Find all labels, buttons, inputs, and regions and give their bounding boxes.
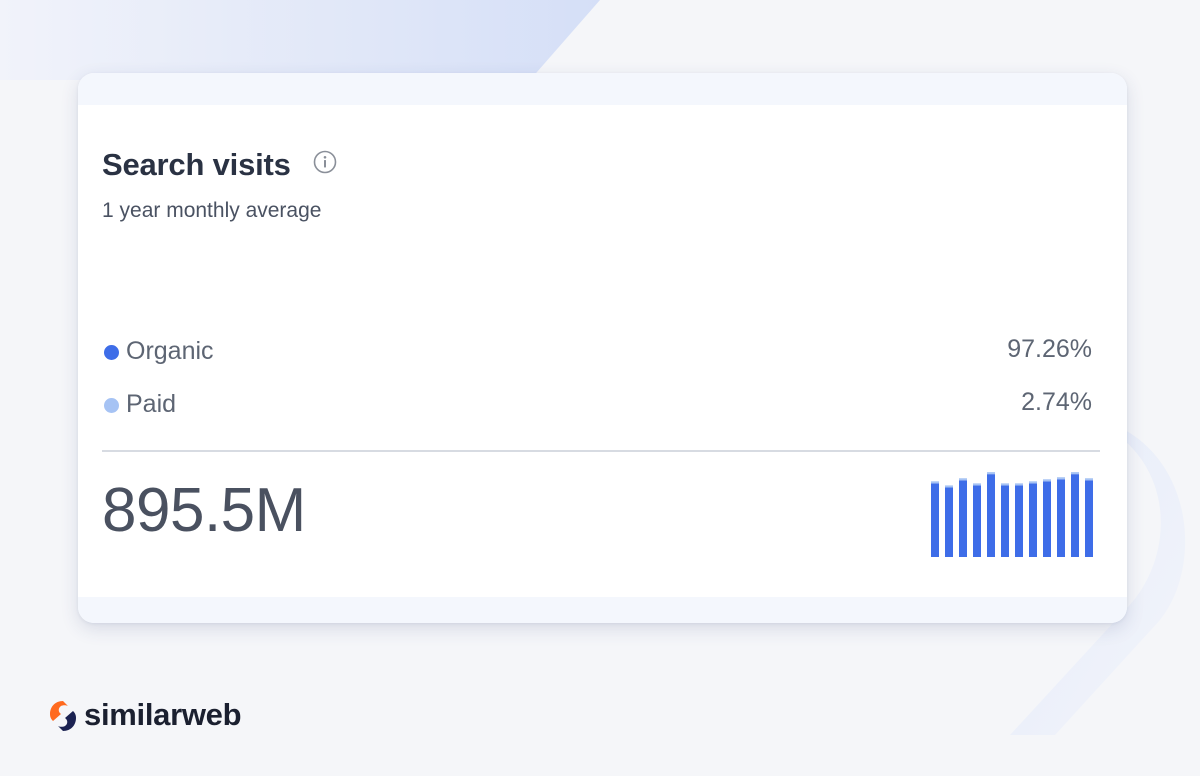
bar-organic-3 bbox=[959, 480, 967, 557]
total-visits: 895.5M bbox=[102, 476, 306, 545]
organic-dot-icon bbox=[104, 345, 119, 360]
legend-row-organic: Organic 97.26% bbox=[102, 335, 1092, 367]
legend-row-paid: Paid 2.74% bbox=[102, 388, 1092, 420]
card-header-strip bbox=[78, 73, 1127, 105]
card-footer-strip bbox=[78, 597, 1127, 623]
bar-organic-7 bbox=[1015, 485, 1023, 557]
legend-value-paid: 2.74% bbox=[1021, 388, 1092, 416]
bar-organic-11 bbox=[1071, 474, 1079, 557]
bar-paid-11 bbox=[1071, 472, 1079, 475]
divider bbox=[102, 450, 1100, 452]
legend-value-organic: 97.26% bbox=[1007, 335, 1092, 363]
search-visits-card: Search visits 1 year monthly average Org… bbox=[78, 73, 1127, 623]
bar-organic-9 bbox=[1043, 481, 1051, 557]
info-icon[interactable] bbox=[313, 150, 337, 174]
paid-dot-icon bbox=[104, 398, 119, 413]
bar-organic-4 bbox=[973, 485, 981, 557]
bar-paid-6 bbox=[1001, 483, 1009, 486]
bar-organic-10 bbox=[1057, 479, 1065, 557]
bar-organic-1 bbox=[931, 483, 939, 557]
bar-organic-2 bbox=[945, 487, 953, 557]
bar-organic-12 bbox=[1085, 480, 1093, 557]
similarweb-logo: similarweb bbox=[48, 697, 308, 733]
bar-organic-8 bbox=[1029, 483, 1037, 557]
bar-paid-12 bbox=[1085, 478, 1093, 481]
bar-organic-6 bbox=[1001, 485, 1009, 557]
legend-label-paid: Paid bbox=[126, 390, 177, 418]
bar-paid-5 bbox=[987, 472, 995, 475]
bar-paid-3 bbox=[959, 478, 967, 481]
bar-paid-4 bbox=[973, 483, 981, 486]
bar-organic-5 bbox=[987, 474, 995, 557]
card-title: Search visits bbox=[102, 147, 291, 182]
bar-paid-7 bbox=[1015, 483, 1023, 486]
similarweb-wordmark: similarweb bbox=[84, 697, 242, 732]
monthly-visits-chart bbox=[931, 472, 1093, 557]
bar-paid-1 bbox=[931, 481, 939, 484]
bar-paid-10 bbox=[1057, 477, 1065, 480]
legend-label-organic: Organic bbox=[126, 337, 214, 365]
bar-paid-8 bbox=[1029, 481, 1037, 484]
bar-paid-9 bbox=[1043, 479, 1051, 482]
card-subtitle: 1 year monthly average bbox=[102, 199, 322, 222]
similarweb-logo-icon bbox=[50, 701, 76, 731]
bar-paid-2 bbox=[945, 485, 953, 488]
